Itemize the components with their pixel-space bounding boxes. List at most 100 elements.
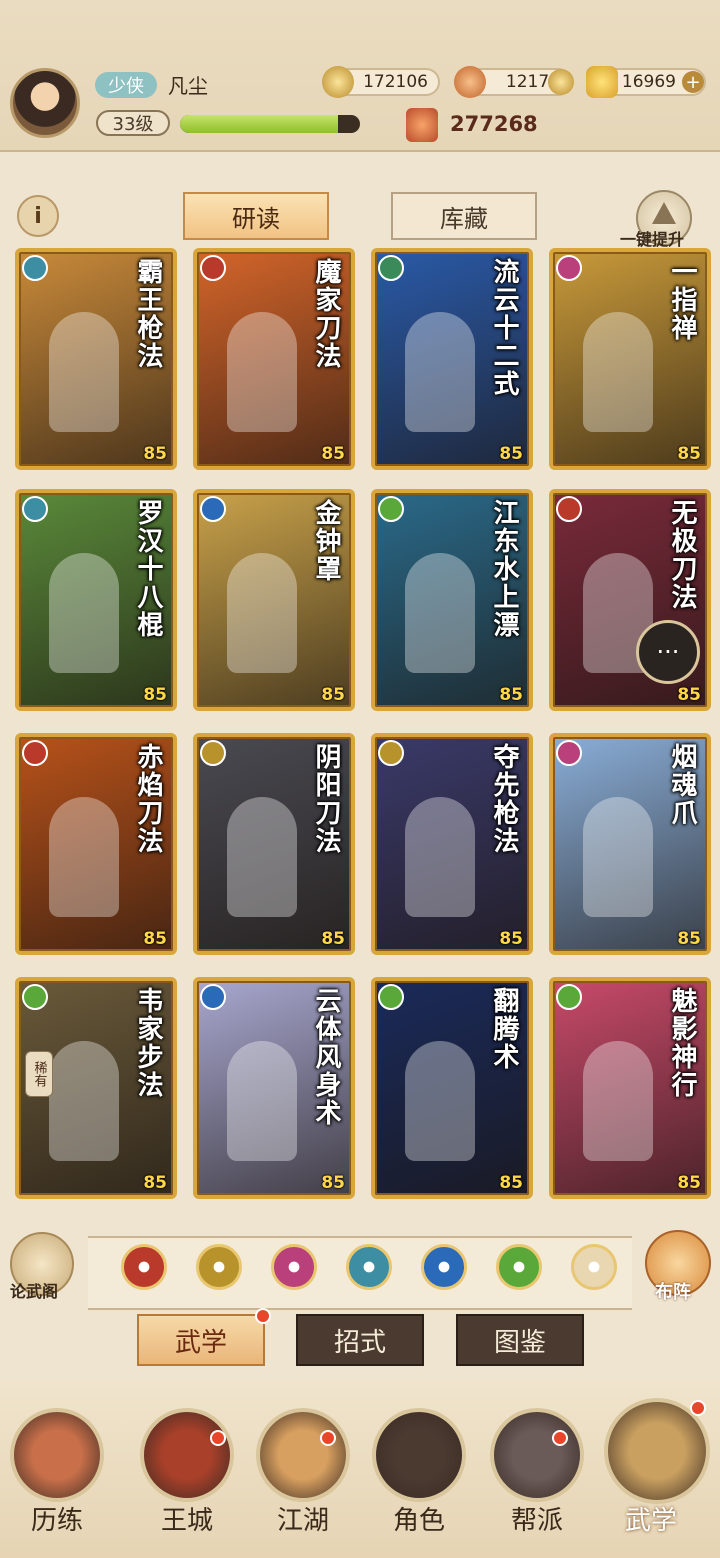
nav-label: 帮派 xyxy=(510,1506,563,1536)
martial-artist-figure xyxy=(405,312,475,432)
skill-card[interactable]: 翻腾术 85 xyxy=(371,977,533,1199)
xp-bar-fill xyxy=(180,115,339,133)
gem-counter[interactable]: 12176 xyxy=(454,66,574,98)
skill-card[interactable]: 魅影神行 85 xyxy=(549,977,711,1199)
ingot-stack-icon xyxy=(548,69,574,95)
skill-card-title: 夺先枪法 xyxy=(489,743,519,855)
skill-card[interactable]: 夺先枪法 85 xyxy=(371,733,533,955)
skill-card-title: 烟魂爪 xyxy=(667,743,697,827)
coin-value: 172106 xyxy=(363,72,428,92)
skill-card-level: 85 xyxy=(677,929,701,949)
skill-card[interactable]: 霸王枪法 85 xyxy=(15,248,177,470)
skill-card-title: 翻腾术 xyxy=(489,987,519,1071)
nav-button[interactable] xyxy=(140,1408,234,1502)
upgrade-icon[interactable] xyxy=(571,1244,617,1290)
skill-card[interactable]: 流云十二式 85 xyxy=(371,248,533,470)
nav-button[interactable] xyxy=(372,1408,466,1502)
gem-icon xyxy=(454,66,486,98)
chat-bubble-button[interactable]: ··· xyxy=(636,620,700,684)
lunwu-pavilion-label: 论武阁 xyxy=(10,1282,59,1301)
nav-label: 历练 xyxy=(30,1506,83,1536)
martial-artist-figure xyxy=(49,312,119,432)
skill-card[interactable]: 云体风身术 85 xyxy=(193,977,355,1199)
subtab-moves[interactable]: 招式 xyxy=(296,1314,424,1366)
school-icon xyxy=(200,496,226,522)
nav-button[interactable] xyxy=(10,1408,104,1502)
notification-dot xyxy=(690,1400,706,1416)
nav-label: 武学 xyxy=(624,1506,677,1536)
subtab-martial-arts[interactable]: 武学 xyxy=(137,1314,265,1366)
skill-card[interactable]: 一指禅 85 xyxy=(549,248,711,470)
subtab-codex[interactable]: 图鉴 xyxy=(456,1314,584,1366)
power-value: 277268 xyxy=(450,112,538,136)
palm-icon[interactable] xyxy=(271,1244,317,1290)
skill-card-title: 江东水上漂 xyxy=(489,499,519,639)
yinyang-icon[interactable] xyxy=(421,1244,467,1290)
skill-card-title: 魅影神行 xyxy=(667,987,697,1099)
skill-card[interactable]: 烟魂爪 85 xyxy=(549,733,711,955)
coin-icon xyxy=(322,66,354,98)
skill-card-level: 85 xyxy=(143,444,167,464)
school-icon xyxy=(200,740,226,766)
nav-label: 王城 xyxy=(160,1506,213,1536)
martial-artist-figure xyxy=(405,797,475,917)
skill-card-level: 85 xyxy=(499,685,523,705)
tab-storage[interactable]: 库藏 xyxy=(391,192,537,240)
school-icon xyxy=(22,740,48,766)
martial-artist-figure xyxy=(227,553,297,673)
rarity-badge: 稀有 xyxy=(25,1051,53,1097)
martial-artist-figure xyxy=(227,797,297,917)
school-icon xyxy=(556,255,582,281)
info-button[interactable]: i xyxy=(17,195,59,237)
skill-card[interactable]: 阴阳刀法 85 xyxy=(193,733,355,955)
ingot-value: 16969 xyxy=(621,72,676,92)
skill-card-level: 85 xyxy=(499,929,523,949)
step-icon[interactable] xyxy=(496,1244,542,1290)
skill-card-level: 85 xyxy=(143,685,167,705)
nav-button[interactable] xyxy=(490,1408,584,1502)
skill-card-title: 赤焰刀法 xyxy=(133,743,163,855)
skill-card-title: 一指禅 xyxy=(667,258,697,342)
blade-icon[interactable] xyxy=(121,1244,167,1290)
add-icon[interactable]: + xyxy=(682,71,704,93)
notification-dot xyxy=(210,1430,226,1446)
skill-card[interactable]: 赤焰刀法 85 xyxy=(15,733,177,955)
martial-artist-figure xyxy=(227,312,297,432)
player-rank-badge: 少侠 xyxy=(95,72,157,98)
skill-card-title: 无极刀法 xyxy=(667,499,697,611)
xp-bar xyxy=(180,115,360,133)
nav-label: 角色 xyxy=(392,1506,445,1536)
one-click-upgrade-label: 一键提升 xyxy=(620,230,685,249)
school-icon xyxy=(200,255,226,281)
skill-card-title: 魔家刀法 xyxy=(311,258,341,370)
skill-card-level: 85 xyxy=(321,1173,345,1193)
martial-artist-figure xyxy=(583,797,653,917)
skill-card-level: 85 xyxy=(677,685,701,705)
ingot-counter[interactable]: 16969 + xyxy=(586,66,706,98)
sword-icon[interactable] xyxy=(196,1244,242,1290)
player-name: 凡尘 xyxy=(168,74,208,98)
martial-artist-figure xyxy=(405,1041,475,1161)
fan-icon[interactable] xyxy=(346,1244,392,1290)
skill-card-level: 85 xyxy=(143,929,167,949)
skill-card[interactable]: 罗汉十八棍 85 xyxy=(15,489,177,711)
skill-card[interactable]: 江东水上漂 85 xyxy=(371,489,533,711)
notification-dot xyxy=(320,1430,336,1446)
notification-dot xyxy=(552,1430,568,1446)
power-icon xyxy=(406,108,438,142)
martial-artist-figure xyxy=(49,797,119,917)
skill-card[interactable]: 金钟罩 85 xyxy=(193,489,355,711)
skill-card-level: 85 xyxy=(321,685,345,705)
skill-card[interactable]: 韦家步法 85 稀有 xyxy=(15,977,177,1199)
player-avatar[interactable] xyxy=(10,68,80,138)
formation-label: 布阵 xyxy=(655,1282,691,1303)
school-icon xyxy=(22,984,48,1010)
tab-read[interactable]: 研读 xyxy=(183,192,329,240)
nav-button[interactable] xyxy=(256,1408,350,1502)
school-icon xyxy=(378,496,404,522)
coin-counter[interactable]: 172106 xyxy=(322,66,440,98)
school-icon xyxy=(378,255,404,281)
school-icon xyxy=(556,496,582,522)
skill-card[interactable]: 魔家刀法 85 xyxy=(193,248,355,470)
skill-card-level: 85 xyxy=(321,444,345,464)
